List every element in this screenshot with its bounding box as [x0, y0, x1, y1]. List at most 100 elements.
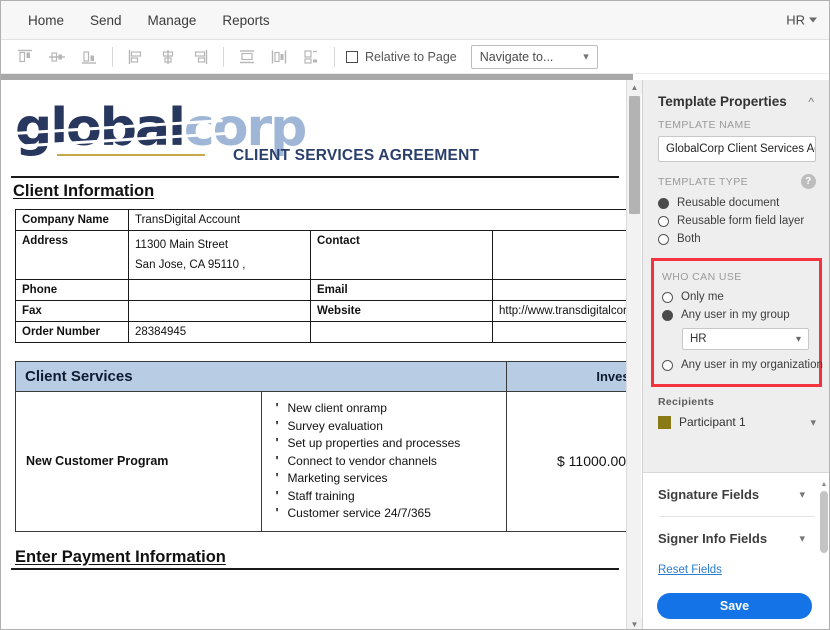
- row-value[interactable]: TransDigital Account: [128, 209, 626, 231]
- toolbar-separator-3: [334, 46, 335, 67]
- chevron-down-icon: ▾: [795, 333, 801, 345]
- investment-header: Investment: [506, 361, 626, 392]
- payment-information-heading: Enter Payment Information: [15, 547, 226, 566]
- scroll-down-arrow-icon[interactable]: ▼: [627, 617, 642, 629]
- menu-item-reports[interactable]: Reports: [209, 7, 282, 34]
- menu-item-manage[interactable]: Manage: [135, 7, 210, 34]
- chevron-down-icon[interactable]: ▾: [810, 416, 816, 429]
- toolbar-separator-2: [223, 46, 224, 67]
- row-value[interactable]: 28384945: [128, 321, 311, 343]
- row-label: Address: [15, 230, 129, 280]
- client-services-table: Client Services Investment New Customer …: [15, 361, 626, 532]
- radio-only-me[interactable]: Only me: [654, 288, 819, 306]
- align-right-icon[interactable]: [184, 44, 216, 70]
- logo-rule-gold: [57, 154, 205, 156]
- signature-fields-group[interactable]: Signature Fields ▾: [643, 473, 829, 516]
- row-value[interactable]: [128, 300, 311, 322]
- user-account-menu[interactable]: HR: [786, 13, 817, 28]
- who-can-use-section: Who can use Only me Any user in my group…: [651, 258, 823, 387]
- document-scrollbar[interactable]: ▲ ▼: [626, 80, 642, 629]
- logo-rule-white: [57, 148, 205, 150]
- menu-items: Home Send Manage Reports: [1, 7, 283, 34]
- chevron-down-icon: ▾: [799, 533, 805, 545]
- agreement-title: CLIENT SERVICES AGREEMENT: [233, 147, 480, 164]
- menu-item-home[interactable]: Home: [15, 7, 77, 34]
- signer-info-fields-group[interactable]: Signer Info Fields ▾: [643, 517, 829, 560]
- row-label: Phone: [15, 279, 129, 301]
- distribute-vertical-icon[interactable]: [231, 44, 263, 70]
- relative-to-page-checkbox[interactable]: Relative to Page: [346, 50, 457, 64]
- services-list-cell: New client onramp Survey evaluation Set …: [260, 391, 507, 532]
- document-page: globalcorp CLIENT SERVICES AGREEMENT Cli…: [1, 80, 626, 570]
- document-scrollbar-thumb[interactable]: [629, 96, 640, 214]
- template-type-label-row: Template Type ?: [643, 172, 829, 194]
- radio-label: Any user in my organization: [681, 359, 823, 371]
- radio-any-user-in-my-group[interactable]: Any user in my group: [654, 306, 819, 324]
- signature-fields-label: Signature Fields: [658, 487, 760, 502]
- template-name-input[interactable]: GlobalCorp Client Services Ag: [658, 136, 816, 162]
- fields-panel-scrollbar[interactable]: ▲: [820, 481, 828, 585]
- radio-both[interactable]: Both: [643, 230, 829, 248]
- scroll-up-arrow-icon[interactable]: ▲: [820, 481, 828, 488]
- template-type-label: Template Type: [658, 175, 748, 188]
- radio-label: Only me: [681, 291, 724, 303]
- checkbox-icon: [346, 50, 358, 63]
- align-top-icon[interactable]: [9, 44, 41, 70]
- fields-panel-scrollbar-thumb[interactable]: [820, 491, 828, 553]
- list-item: Staff training: [272, 487, 497, 506]
- radio-reusable-form-field-layer[interactable]: Reusable form field layer: [643, 212, 829, 230]
- row-label: Fax: [15, 300, 129, 322]
- scroll-up-arrow-icon[interactable]: ▲: [627, 80, 642, 94]
- list-item: Customer service 24/7/365: [272, 504, 497, 523]
- main-menubar: Home Send Manage Reports HR: [1, 1, 829, 40]
- row-label-secondary: Contact: [310, 230, 493, 280]
- radio-icon: [662, 359, 673, 371]
- chevron-down-icon: ▾: [799, 489, 805, 501]
- table-row: New Customer Program New client onramp S…: [15, 391, 626, 532]
- row-value-secondary[interactable]: [492, 279, 626, 301]
- chevron-up-icon[interactable]: ^: [808, 95, 814, 109]
- recipient-participant-1[interactable]: Participant 1 ▾: [643, 413, 829, 439]
- list-item: Survey evaluation: [272, 417, 497, 436]
- relative-to-page-label: Relative to Page: [365, 49, 457, 64]
- reset-fields-link[interactable]: Reset Fields: [643, 562, 737, 582]
- radio-reusable-document[interactable]: Reusable document: [643, 194, 829, 212]
- panel-header[interactable]: Template Properties ^: [643, 80, 829, 117]
- list-item: Set up properties and processes: [272, 434, 497, 453]
- payment-rule: [11, 567, 619, 570]
- services-header: Client Services: [15, 361, 507, 392]
- radio-icon: [662, 291, 673, 303]
- radio-icon-selected: [658, 197, 669, 209]
- menu-item-send[interactable]: Send: [77, 7, 135, 34]
- row-value[interactable]: [128, 279, 311, 301]
- align-center-icon[interactable]: [152, 44, 184, 70]
- recipients-label: Recipients: [658, 396, 715, 408]
- client-information-table: Company Name TransDigital Account Addres…: [15, 209, 626, 343]
- table-row: Fax Website http://www.transdigitalcorp.…: [15, 300, 626, 322]
- row-value-secondary[interactable]: http://www.transdigitalcorp.com: [492, 300, 626, 322]
- align-left-icon[interactable]: [120, 44, 152, 70]
- row-value[interactable]: 11300 Main Street San Jose, CA 95110 ,: [128, 230, 311, 280]
- distribute-horizontal-icon[interactable]: [263, 44, 295, 70]
- row-value-secondary[interactable]: [492, 230, 626, 280]
- panel-title: Template Properties: [658, 94, 787, 109]
- radio-any-user-in-my-organization[interactable]: Any user in my organization: [654, 356, 823, 374]
- table-header-row: Client Services Investment: [15, 361, 626, 392]
- group-select[interactable]: HR ▾: [682, 328, 809, 350]
- address-line-1: 11300 Main Street: [135, 239, 229, 251]
- navigate-to-select[interactable]: Navigate to... ▾: [470, 44, 598, 69]
- recipient-name: Participant 1: [679, 415, 746, 429]
- table-row: Phone Email: [15, 279, 626, 301]
- align-bottom-icon[interactable]: [73, 44, 105, 70]
- row-label-secondary: Email: [310, 279, 493, 301]
- globalcorp-logo: globalcorp CLIENT SERVICES AGREEMENT: [9, 102, 479, 174]
- help-icon[interactable]: ?: [801, 174, 816, 189]
- row-value-secondary[interactable]: [492, 321, 626, 343]
- save-button[interactable]: Save: [657, 593, 812, 619]
- row-label: Company Name: [15, 209, 129, 231]
- match-size-icon[interactable]: [295, 44, 327, 70]
- recipient-color-swatch: [658, 415, 671, 429]
- align-middle-horizontal-icon[interactable]: [41, 44, 73, 70]
- list-item: Connect to vendor channels: [272, 452, 497, 471]
- who-can-use-label: Who can use: [662, 271, 742, 283]
